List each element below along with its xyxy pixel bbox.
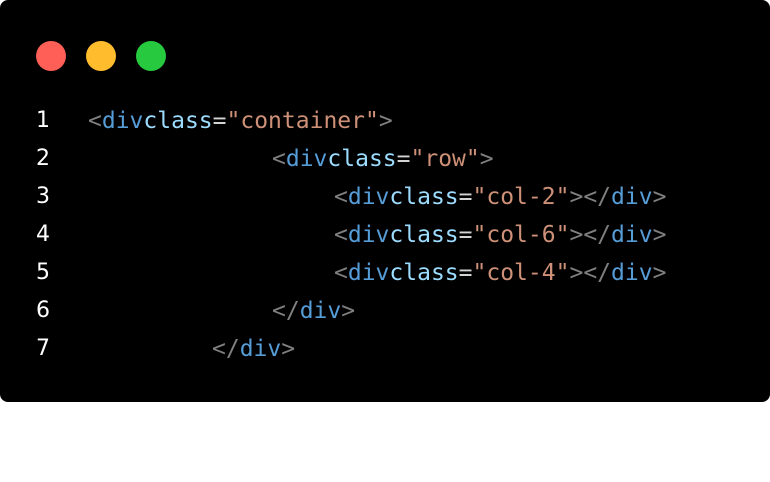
attr-value: "col-2"	[472, 184, 570, 210]
end-tag-close-bracket: >	[281, 336, 296, 362]
line-number: 1	[36, 108, 50, 133]
maximize-button[interactable]	[136, 41, 166, 71]
attr-name: class	[389, 184, 459, 210]
line-number: 2	[36, 146, 50, 171]
close-button[interactable]	[36, 41, 66, 71]
end-tag-name: div	[299, 298, 342, 324]
attr-value: "container"	[226, 108, 379, 134]
end-tag-name: div	[239, 336, 282, 362]
tag-open-bracket: <	[334, 184, 348, 210]
tag-name: div	[101, 108, 144, 134]
attr-value: "col-4"	[472, 260, 570, 286]
end-tag-close-bracket: >	[341, 298, 356, 324]
tag-open-bracket: <	[88, 108, 102, 134]
tag-close-bracket: >	[569, 184, 584, 210]
line-content: < div class = "col-2" > </div >	[334, 178, 666, 216]
line-content: </div >	[212, 330, 295, 368]
code-line: 6 </div >	[0, 292, 770, 330]
end-tag-open-bracket: </	[272, 298, 300, 324]
end-tag-name: div	[611, 222, 653, 248]
code-line: 5 < div class = "col-4" > </div >	[0, 254, 770, 292]
tag-name: div	[347, 184, 390, 210]
tag-close-bracket: >	[569, 222, 584, 248]
end-tag-name: div	[611, 184, 653, 210]
end-tag-open-bracket: </	[212, 336, 240, 362]
end-tag-name: div	[611, 260, 653, 286]
line-number: 5	[36, 260, 50, 285]
window-controls	[36, 41, 166, 71]
end-tag-close-bracket: >	[652, 222, 667, 248]
minimize-button[interactable]	[86, 41, 116, 71]
code-line: 4 < div class = "col-6" > </div >	[0, 216, 770, 254]
line-content: < div class = "container" >	[88, 102, 393, 140]
line-number: 6	[36, 298, 50, 323]
attr-equals: =	[458, 222, 473, 248]
attr-equals: =	[458, 260, 473, 286]
end-tag-open-bracket: </	[583, 222, 612, 248]
tag-name: div	[347, 222, 390, 248]
tag-open-bracket: <	[272, 146, 286, 172]
attr-value: "col-6"	[472, 222, 570, 248]
tag-name: div	[285, 146, 328, 172]
attr-name: class	[389, 260, 459, 286]
end-tag-open-bracket: </	[583, 184, 612, 210]
code-line: 3 < div class = "col-2" > </div >	[0, 178, 770, 216]
line-content: < div class = "row" >	[272, 140, 494, 178]
code-line: 2 < div class = "row" >	[0, 140, 770, 178]
line-content: </div >	[272, 292, 355, 330]
attr-equals: =	[458, 184, 473, 210]
line-content: < div class = "col-6" > </div >	[334, 216, 666, 254]
tag-open-bracket: <	[334, 260, 348, 286]
line-number: 4	[36, 222, 50, 247]
end-tag-open-bracket: </	[583, 260, 612, 286]
code-line: 1 < div class = "container" >	[0, 102, 770, 140]
tag-close-bracket: >	[378, 108, 393, 134]
tag-name: div	[347, 260, 390, 286]
attr-name: class	[327, 146, 397, 172]
line-number: 7	[36, 336, 50, 361]
tag-open-bracket: <	[334, 222, 348, 248]
tag-close-bracket: >	[479, 146, 494, 172]
attr-name: class	[389, 222, 459, 248]
attr-equals: =	[396, 146, 411, 172]
attr-name: class	[143, 108, 213, 134]
end-tag-close-bracket: >	[652, 184, 667, 210]
code-block: 1 < div class = "container" > 2 < div class = "…	[0, 102, 770, 368]
code-window: 1 < div class = "container" > 2 < div class = "…	[0, 0, 770, 402]
attr-value: "row"	[410, 146, 480, 172]
line-number: 3	[36, 184, 50, 209]
end-tag-close-bracket: >	[652, 260, 667, 286]
code-line: 7 </div >	[0, 330, 770, 368]
tag-close-bracket: >	[569, 260, 584, 286]
attr-equals: =	[212, 108, 227, 134]
line-content: < div class = "col-4" > </div >	[334, 254, 666, 292]
